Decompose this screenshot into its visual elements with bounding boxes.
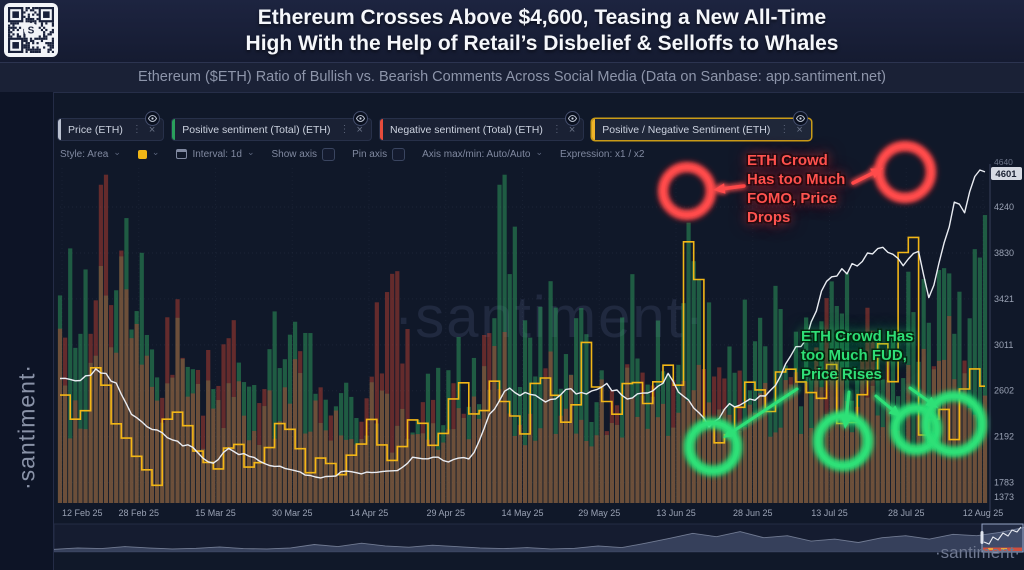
toolbar-label: Style: Area <box>60 149 108 160</box>
chart-toolbar: Style: Area ⌄ ⌄ Interval: 1d ⌄ Show axis Pin a… <box>60 146 645 162</box>
chevron-down-icon: ⌄ <box>247 147 255 158</box>
toolbar-label: Show axis <box>271 149 317 160</box>
svg-text:15 Mar 25: 15 Mar 25 <box>195 508 236 518</box>
svg-text:28 Jun 25: 28 Jun 25 <box>733 508 773 518</box>
fomo-annotation-text: ETH CrowdHas too MuchFOMO, PriceDrops <box>747 151 845 227</box>
svg-text:1373: 1373 <box>994 492 1014 502</box>
x-axis-labels: 12 Feb 25 28 Feb 25 15 Mar 25 30 Mar 25 14 A… <box>62 508 1003 518</box>
chevron-down-icon: ⌄ <box>113 147 121 158</box>
checkbox[interactable] <box>392 148 405 161</box>
kebab-menu-icon[interactable]: ⋮ <box>779 124 789 135</box>
visibility-eye-icon[interactable] <box>353 111 368 126</box>
tab-negative-sentiment-total-eth-[interactable]: Negative sentiment (Total) (ETH)⋮× <box>379 118 584 141</box>
svg-text:29 Apr 25: 29 Apr 25 <box>426 508 465 518</box>
svg-text:14 May 25: 14 May 25 <box>501 508 543 518</box>
header: S Ethereum Crosses Above $4,600, Teasing… <box>0 0 1024 62</box>
current-price-badge: 4601 <box>991 167 1022 180</box>
tab-accent-bar <box>592 119 595 140</box>
toolbar-pin-axis[interactable]: Pin axis <box>352 148 405 161</box>
svg-text:S: S <box>28 26 35 37</box>
toolbar-expression-x1-x2[interactable]: Expression: x1 / x2 <box>560 149 644 160</box>
tab-positive-negative-sentiment-eth-[interactable]: Positive / Negative Sentiment (ETH)⋮× <box>591 118 812 141</box>
chevron-down-icon: ⌄ <box>152 147 160 158</box>
visibility-eye-icon[interactable] <box>793 111 808 126</box>
toolbar-label: Interval: 1d <box>192 149 241 160</box>
svg-text:30 Mar 25: 30 Mar 25 <box>272 508 313 518</box>
svg-text:2192: 2192 <box>994 432 1014 442</box>
svg-text:3830: 3830 <box>994 248 1014 258</box>
svg-text:2602: 2602 <box>994 386 1014 396</box>
calendar-icon <box>176 149 187 159</box>
page-title: Ethereum Crosses Above $4,600, Teasing a… <box>70 5 1014 57</box>
fud-annotation-text: ETH Crowd Hastoo Much FUD,Price Rises <box>801 327 914 384</box>
svg-text:12 Aug 25: 12 Aug 25 <box>963 508 1004 518</box>
svg-text:12 Feb 25: 12 Feb 25 <box>62 508 103 518</box>
sidebar-watermark: ·santiment· <box>14 267 41 570</box>
page: S Ethereum Crosses Above $4,600, Teasing… <box>0 0 1024 570</box>
bottom-watermark: ·santiment· <box>880 543 1020 563</box>
svg-text:4240: 4240 <box>994 202 1014 212</box>
tab-positive-sentiment-total-eth-[interactable]: Positive sentiment (Total) (ETH)⋮× <box>171 118 372 141</box>
svg-text:3011: 3011 <box>994 340 1013 350</box>
visibility-eye-icon[interactable] <box>145 111 160 126</box>
timeline-navigator[interactable] <box>54 524 1024 552</box>
color-swatch[interactable] <box>138 150 147 159</box>
visibility-eye-icon[interactable] <box>565 111 580 126</box>
toolbar-interval-1d[interactable]: Interval: 1d ⌄ <box>176 149 254 160</box>
toolbar-show-axis[interactable]: Show axis <box>271 148 335 161</box>
chart-subtitle: Ethereum ($ETH) Ratio of Bullish vs. Bea… <box>0 62 1024 92</box>
svg-text:28 Jul 25: 28 Jul 25 <box>888 508 925 518</box>
kebab-menu-icon[interactable]: ⋮ <box>552 124 562 135</box>
chevron-down-icon: ⌄ <box>535 147 543 158</box>
page-title-line1: Ethereum Crosses Above $4,600, Teasing a… <box>70 5 1014 31</box>
tab-label: Negative sentiment (Total) (ETH) <box>390 124 543 136</box>
svg-text:4601: 4601 <box>995 169 1017 180</box>
toolbar-label: Axis max/min: Auto/Auto <box>422 149 530 160</box>
qr-code: S <box>4 3 58 57</box>
left-sidebar: ·santiment· <box>0 92 54 570</box>
checkbox[interactable] <box>322 148 335 161</box>
tab-label: Positive / Negative Sentiment (ETH) <box>602 124 770 136</box>
kebab-menu-icon[interactable]: ⋮ <box>132 124 142 135</box>
svg-text:28 Feb 25: 28 Feb 25 <box>118 508 159 518</box>
svg-text:1783: 1783 <box>994 478 1014 488</box>
tab-accent-bar <box>58 119 61 140</box>
page-title-line2: High With the Help of Retail’s Disbelief… <box>70 31 1014 57</box>
svg-text:29 May 25: 29 May 25 <box>578 508 620 518</box>
svg-text:4640: 4640 <box>994 157 1013 167</box>
svg-text:3421: 3421 <box>994 294 1014 304</box>
toolbar-axis-max-min-auto-auto[interactable]: Axis max/min: Auto/Auto ⌄ <box>422 149 543 160</box>
y-axis-right: 4240 3830 3421 3011 2602 2192 1783 4640 1373 <box>990 157 1014 512</box>
tab-accent-bar <box>172 119 175 140</box>
tab-label: Price (ETH) <box>68 124 123 136</box>
tab-accent-bar <box>380 119 383 140</box>
toolbar-label: Expression: x1 / x2 <box>560 149 644 160</box>
svg-text:13 Jul 25: 13 Jul 25 <box>811 508 848 518</box>
toolbar-color[interactable]: ⌄ <box>138 149 160 160</box>
svg-text:14 Apr 25: 14 Apr 25 <box>350 508 389 518</box>
kebab-menu-icon[interactable]: ⋮ <box>340 124 350 135</box>
toolbar-label: Pin axis <box>352 149 387 160</box>
svg-text:13 Jun 25: 13 Jun 25 <box>656 508 696 518</box>
metric-tabs-bar: Price (ETH)⋮×Positive sentiment (Total) … <box>57 118 812 141</box>
tab-label: Positive sentiment (Total) (ETH) <box>182 124 330 136</box>
toolbar-style-area[interactable]: Style: Area ⌄ <box>60 149 121 160</box>
